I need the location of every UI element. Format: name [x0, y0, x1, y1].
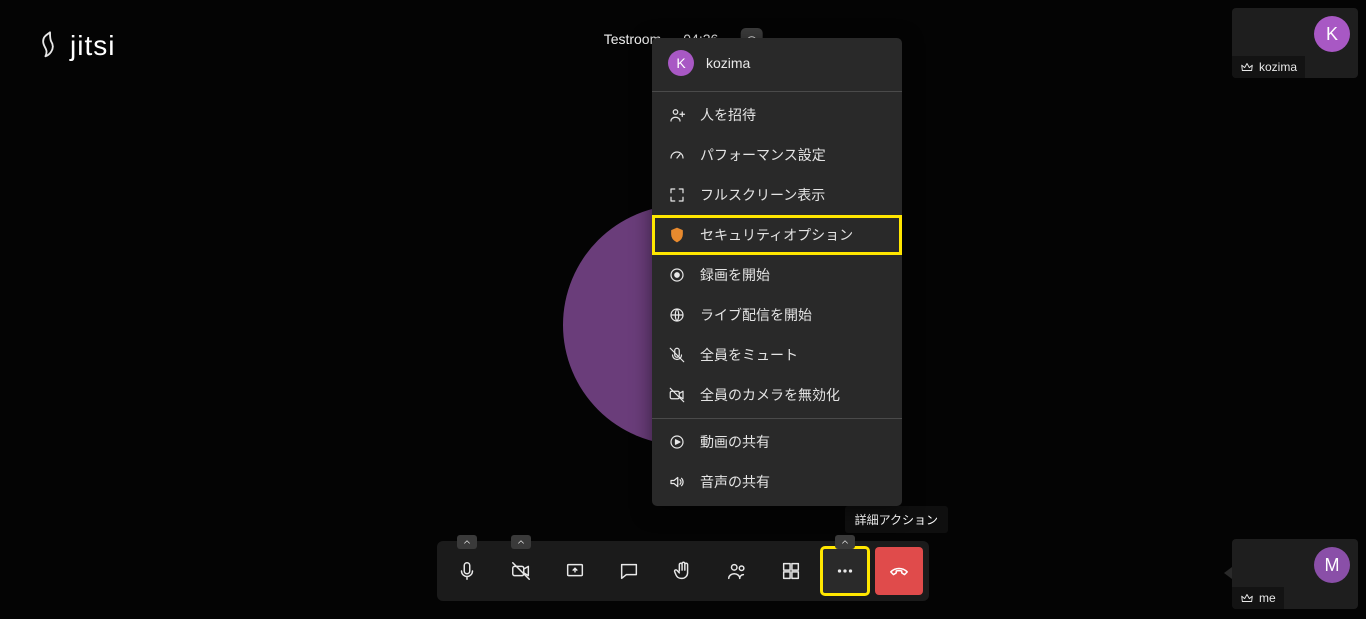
- participant-label: me: [1232, 587, 1284, 609]
- camera-expand-chip[interactable]: [511, 535, 531, 549]
- camera-off-icon: [510, 560, 532, 582]
- mic-off-icon: [668, 346, 686, 364]
- brand-logo: jitsi: [36, 30, 115, 62]
- participant-tile-local[interactable]: M me: [1232, 539, 1358, 609]
- participants-icon: [726, 560, 748, 582]
- avatar-initial: K: [676, 55, 685, 71]
- avatar: K: [1314, 16, 1350, 52]
- tooltip-more-actions: 詳細アクション: [845, 506, 948, 533]
- moderator-crown-icon: [1240, 60, 1254, 74]
- tile-view-button[interactable]: [767, 547, 815, 595]
- chevron-up-icon: [840, 537, 850, 547]
- share-screen-button[interactable]: [551, 547, 599, 595]
- menu-item-label: 全員のカメラを無効化: [700, 385, 840, 405]
- menu-item-label: 人を招待: [700, 105, 756, 125]
- avatar-initial: K: [1326, 24, 1338, 45]
- chevron-up-icon: [462, 537, 472, 547]
- brand-name: jitsi: [70, 30, 115, 62]
- microphone-icon: [456, 560, 478, 582]
- volume-icon: [668, 473, 686, 491]
- filmstrip-indicator-icon: [1224, 567, 1232, 579]
- divider: [652, 418, 902, 419]
- menu-item-label: パフォーマンス設定: [700, 145, 826, 165]
- participant-tile-remote[interactable]: K kozima: [1232, 8, 1358, 78]
- participant-name: kozima: [1259, 60, 1297, 74]
- menu-item-label: ライブ配信を開始: [700, 305, 812, 325]
- hand-icon: [672, 560, 694, 582]
- menu-item-share-video[interactable]: 動画の共有: [652, 422, 902, 462]
- menu-item-fullscreen[interactable]: フルスクリーン表示: [652, 175, 902, 215]
- raise-hand-button[interactable]: [659, 547, 707, 595]
- chat-button[interactable]: [605, 547, 653, 595]
- camera-off-icon: [668, 386, 686, 404]
- toolbox: [437, 541, 929, 601]
- menu-item-livestream[interactable]: ライブ配信を開始: [652, 295, 902, 335]
- menu-item-label: セキュリティオプション: [700, 225, 853, 245]
- chat-icon: [618, 560, 640, 582]
- menu-item-label: 録画を開始: [700, 265, 770, 285]
- moderator-crown-icon: [1240, 591, 1254, 605]
- more-dots-icon: [834, 560, 856, 582]
- chevron-up-icon: [516, 537, 526, 547]
- grid-icon: [780, 560, 802, 582]
- divider: [652, 91, 902, 92]
- jitsi-icon: [36, 30, 64, 62]
- menu-item-label: 音声の共有: [700, 472, 770, 492]
- participant-name: me: [1259, 591, 1276, 605]
- more-actions-button[interactable]: [821, 547, 869, 595]
- invite-icon: [668, 106, 686, 124]
- more-expand-chip[interactable]: [835, 535, 855, 549]
- camera-button[interactable]: [497, 547, 545, 595]
- globe-icon: [668, 306, 686, 324]
- menu-item-label: 全員をミュート: [700, 345, 798, 365]
- shield-icon: [668, 226, 686, 244]
- hangup-icon: [888, 560, 910, 582]
- play-circle-icon: [668, 433, 686, 451]
- menu-username: kozima: [706, 55, 750, 71]
- share-screen-icon: [564, 560, 586, 582]
- participant-label: kozima: [1232, 56, 1305, 78]
- menu-item-share-audio[interactable]: 音声の共有: [652, 462, 902, 502]
- menu-item-security[interactable]: セキュリティオプション: [652, 215, 902, 255]
- mic-expand-chip[interactable]: [457, 535, 477, 549]
- avatar: K: [668, 50, 694, 76]
- menu-item-label: 動画の共有: [700, 432, 770, 452]
- menu-item-disable-cameras[interactable]: 全員のカメラを無効化: [652, 375, 902, 415]
- menu-item-performance[interactable]: パフォーマンス設定: [652, 135, 902, 175]
- avatar: M: [1314, 547, 1350, 583]
- hangup-button[interactable]: [875, 547, 923, 595]
- menu-item-label: フルスクリーン表示: [700, 185, 825, 205]
- gauge-icon: [668, 146, 686, 164]
- menu-item-mute-all[interactable]: 全員をミュート: [652, 335, 902, 375]
- fullscreen-icon: [668, 186, 686, 204]
- record-icon: [668, 266, 686, 284]
- more-actions-menu: K kozima 人を招待 パフォーマンス設定 フルスクリーン表示 セキュリティ…: [652, 38, 902, 506]
- menu-user-header[interactable]: K kozima: [652, 38, 902, 88]
- participants-button[interactable]: [713, 547, 761, 595]
- avatar-initial: M: [1325, 555, 1340, 576]
- menu-item-invite[interactable]: 人を招待: [652, 95, 902, 135]
- menu-item-record[interactable]: 録画を開始: [652, 255, 902, 295]
- mic-button[interactable]: [443, 547, 491, 595]
